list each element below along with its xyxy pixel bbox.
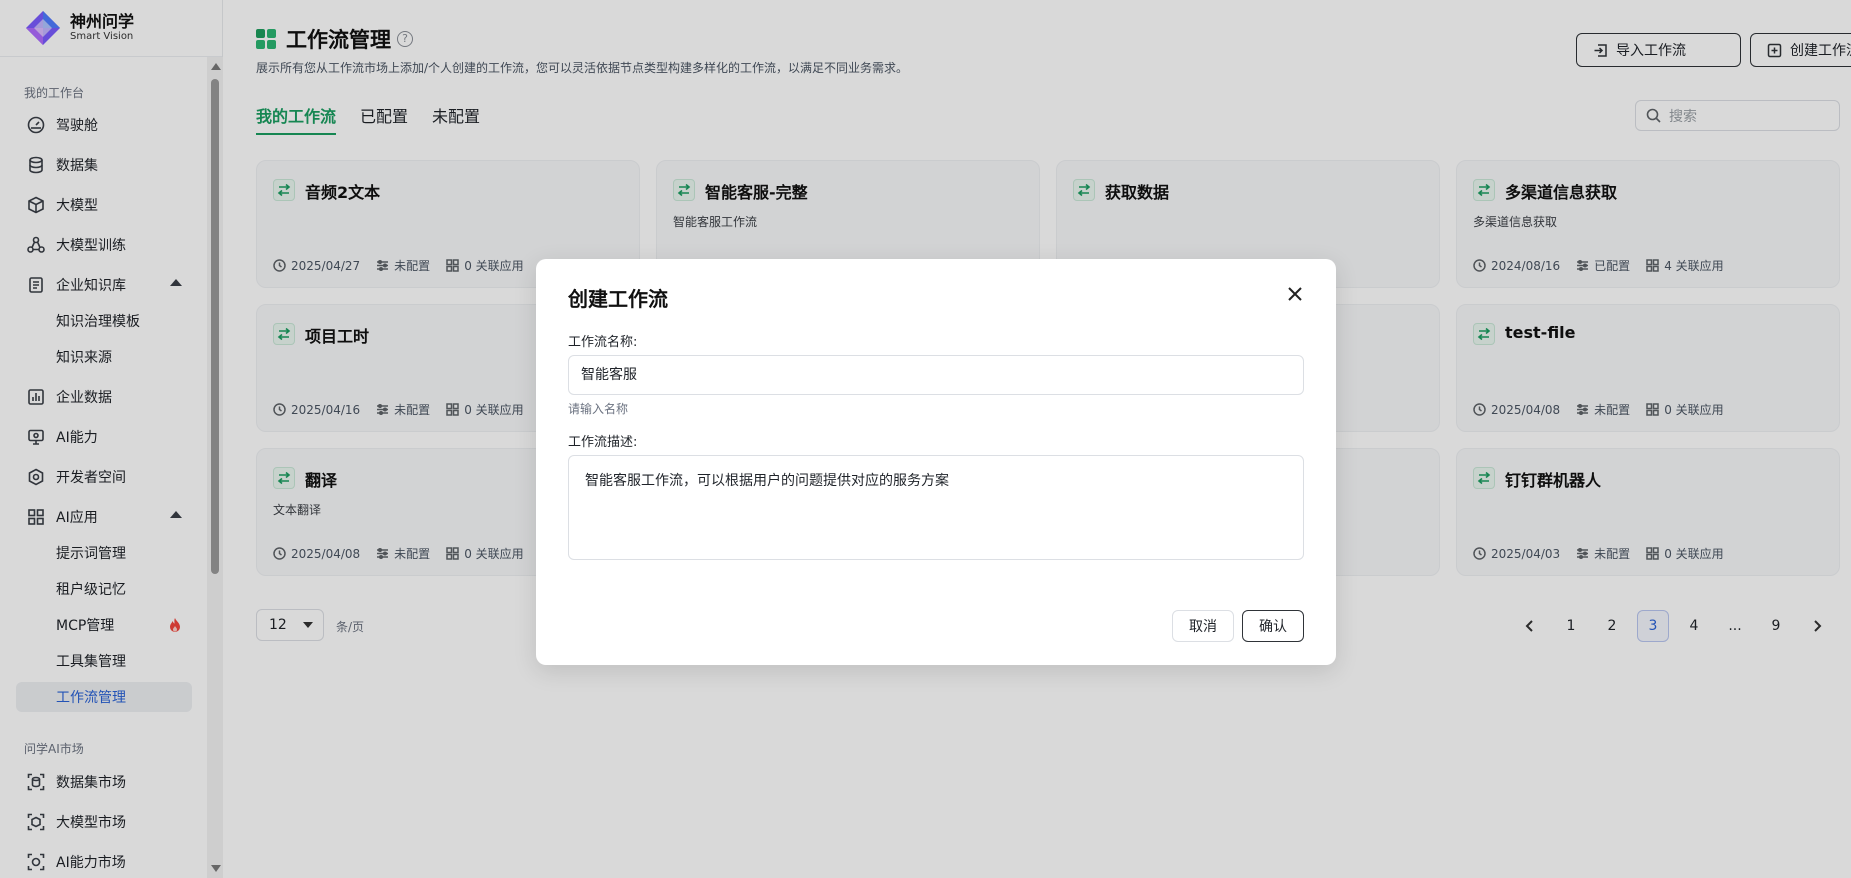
confirm-button[interactable]: 确认 (1242, 610, 1304, 642)
workflow-name-hint: 请输入名称 (568, 402, 629, 416)
close-icon (1288, 287, 1302, 301)
workflow-desc-textarea[interactable]: 智能客服工作流，可以根据用户的问题提供对应的服务方案 (568, 455, 1304, 560)
workflow-name-label: 工作流名称: (568, 335, 638, 350)
workflow-name-input[interactable]: 智能客服 (568, 355, 1304, 395)
workflow-desc-label: 工作流描述: (568, 435, 638, 450)
create-workflow-dialog: 创建工作流 工作流名称: 智能客服 请输入名称 工作流描述: 智能客服工作流，可… (536, 259, 1336, 665)
dialog-title: 创建工作流 (568, 287, 668, 311)
cancel-button[interactable]: 取消 (1172, 610, 1234, 642)
close-button[interactable] (1286, 285, 1304, 303)
